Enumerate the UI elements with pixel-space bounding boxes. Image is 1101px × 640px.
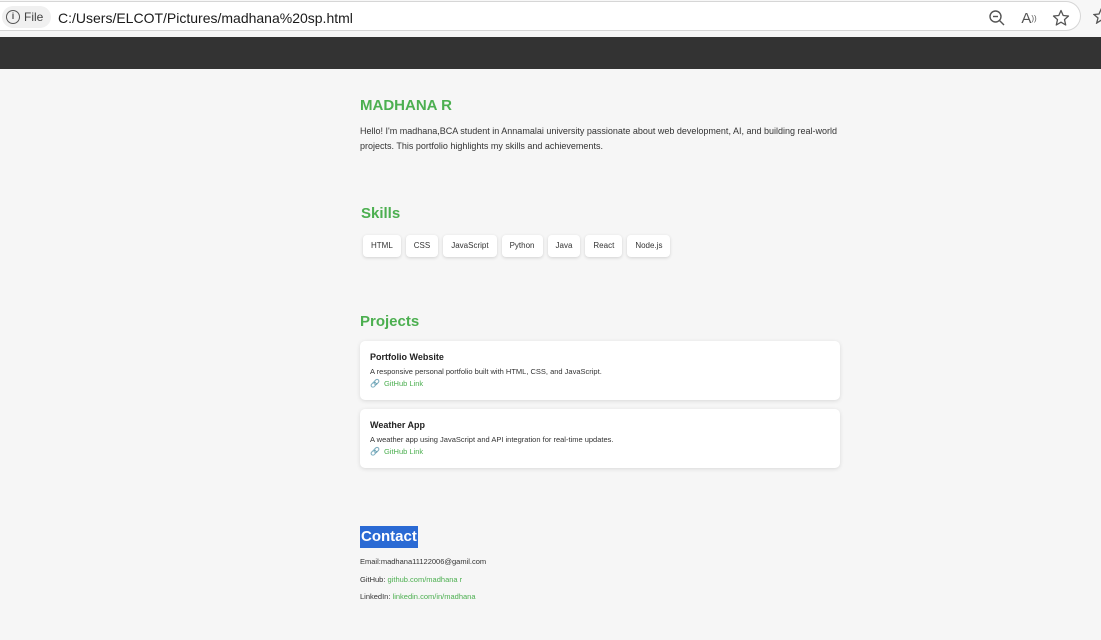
project-card: Portfolio Website A responsive personal …	[360, 341, 840, 400]
read-aloud-waves: ))	[1031, 13, 1037, 23]
github-link-label[interactable]: GitHub Link	[384, 447, 423, 456]
contact-github: GitHub: github.com/madhana r	[360, 575, 462, 584]
contact-linkedin: LinkedIn: linkedin.com/in/madhana	[360, 592, 476, 601]
skills-heading: Skills	[361, 205, 401, 222]
github-profile-link[interactable]: github.com/madhana r	[388, 575, 463, 584]
zoom-out-icon[interactable]	[987, 8, 1007, 28]
project-card: Weather App A weather app using JavaScri…	[360, 409, 840, 468]
skill-tag: Node.js	[627, 235, 671, 257]
read-aloud-icon[interactable]: A))	[1019, 8, 1039, 28]
favorite-star-icon[interactable]	[1051, 8, 1071, 28]
skill-tag: Python	[501, 235, 543, 257]
skill-tag: Java	[547, 235, 581, 257]
contact-heading: Contact	[360, 526, 418, 548]
project-title: Portfolio Website	[370, 352, 444, 362]
linkedin-label: LinkedIn:	[360, 592, 391, 601]
skill-tag: CSS	[405, 235, 439, 257]
skill-tag: React	[585, 235, 623, 257]
github-link[interactable]: 🔗 GitHub Link	[370, 447, 830, 456]
browser-address-bar: i File C:/Users/ELCOT/Pictures/madhana%2…	[0, 0, 1101, 34]
github-label: GitHub:	[360, 575, 386, 584]
contact-email: Email:madhana11122006@gamil.com	[360, 557, 486, 566]
email-label: Email:	[360, 557, 381, 566]
github-link-label[interactable]: GitHub Link	[384, 379, 423, 388]
site-info-label: File	[24, 10, 44, 24]
read-aloud-letter: A	[1021, 9, 1032, 27]
collections-icon[interactable]	[1093, 8, 1101, 24]
address-field[interactable]: i File C:/Users/ELCOT/Pictures/madhana%2…	[0, 1, 1081, 31]
projects-heading: Projects	[360, 313, 420, 330]
project-description: A weather app using JavaScript and API i…	[370, 435, 614, 444]
linkedin-profile-link[interactable]: linkedin.com/in/madhana	[393, 592, 476, 601]
page-title: MADHANA R	[360, 97, 452, 114]
project-description: A responsive personal portfolio built wi…	[370, 367, 602, 376]
intro-paragraph: Hello! I'm madhana,BCA student in Annama…	[360, 126, 837, 151]
link-icon: 🔗	[370, 379, 380, 388]
skill-tag: JavaScript	[443, 235, 497, 257]
site-info-button[interactable]: i File	[2, 6, 52, 28]
url-text[interactable]: C:/Users/ELCOT/Pictures/madhana%20sp.htm…	[58, 10, 353, 26]
skills-list: HTML CSS JavaScript Python Java React No…	[363, 235, 671, 257]
email-value: madhana11122006@gamil.com	[380, 557, 487, 566]
top-navigation-bar	[0, 37, 1101, 69]
project-title: Weather App	[370, 420, 426, 430]
info-icon: i	[6, 10, 20, 24]
skill-tag: HTML	[363, 235, 401, 257]
github-link[interactable]: 🔗 GitHub Link	[370, 379, 830, 388]
link-icon: 🔗	[370, 447, 380, 456]
